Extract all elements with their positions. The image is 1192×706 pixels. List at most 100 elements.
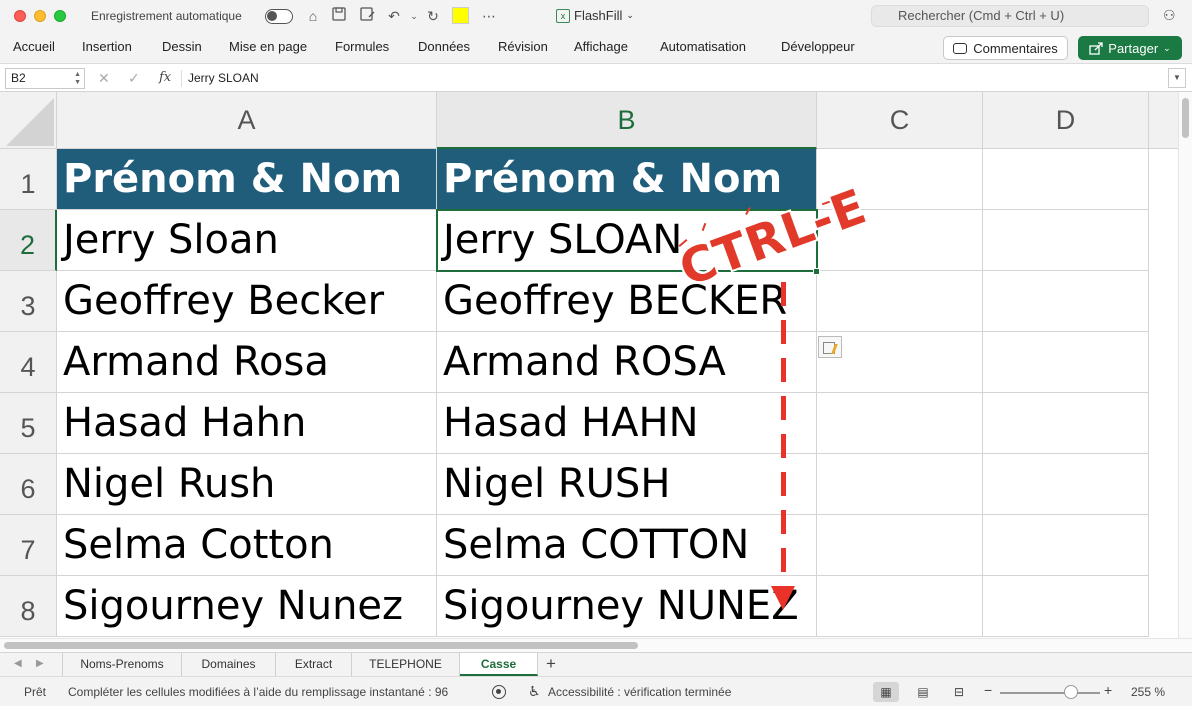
cell-a4[interactable]: Armand Rosa: [57, 332, 437, 393]
more-icon[interactable]: ⋯: [480, 7, 498, 25]
save-as-icon[interactable]: [358, 7, 376, 25]
undo-dropdown-icon[interactable]: ⌄: [405, 7, 423, 25]
tab-dessin[interactable]: Dessin: [162, 39, 202, 54]
flash-fill-options-icon[interactable]: [818, 336, 842, 358]
cell-d7[interactable]: [983, 515, 1149, 576]
horizontal-scroll-thumb[interactable]: [4, 642, 638, 649]
column-header-a[interactable]: A: [57, 92, 437, 149]
cell-b4[interactable]: Armand ROSA: [437, 332, 817, 393]
share-people-icon[interactable]: ⚇: [1163, 7, 1176, 24]
cell-b6[interactable]: Nigel RUSH: [437, 454, 817, 515]
cell-a7[interactable]: Selma Cotton: [57, 515, 437, 576]
page-layout-view-icon[interactable]: ▤: [910, 682, 936, 702]
tab-developpeur[interactable]: Développeur: [781, 39, 855, 54]
cell-a5[interactable]: Hasad Hahn: [57, 393, 437, 454]
row-header-7[interactable]: 7: [0, 515, 57, 576]
tab-formules[interactable]: Formules: [335, 39, 389, 54]
zoom-slider-thumb[interactable]: [1064, 685, 1078, 699]
cell-c6[interactable]: [817, 454, 983, 515]
cell-b5[interactable]: Hasad HAHN: [437, 393, 817, 454]
row-header-4[interactable]: 4: [0, 332, 57, 393]
sheet-tab-telephone[interactable]: TELEPHONE: [352, 653, 460, 676]
cell-b3[interactable]: Geoffrey BECKER: [437, 271, 817, 332]
zoom-window-button[interactable]: [54, 10, 66, 22]
comments-button[interactable]: Commentaires: [943, 36, 1068, 60]
record-macro-icon[interactable]: [492, 685, 506, 699]
next-sheet-icon[interactable]: ▶: [36, 658, 44, 669]
cell-d3[interactable]: [983, 271, 1149, 332]
formula-input[interactable]: Jerry SLOAN: [188, 71, 259, 85]
zoom-in-button[interactable]: +: [1104, 682, 1112, 698]
tab-insertion[interactable]: Insertion: [82, 39, 132, 54]
save-icon[interactable]: [330, 7, 348, 25]
confirm-icon[interactable]: ✓: [128, 70, 140, 87]
row-header-1[interactable]: 1: [0, 149, 57, 210]
row-header-5[interactable]: 5: [0, 393, 57, 454]
cell-b8[interactable]: Sigourney NUNEZ: [437, 576, 817, 637]
insert-function-icon[interactable]: fx: [159, 70, 171, 85]
cell-d1[interactable]: [983, 149, 1149, 210]
sheet-tab-noms-prenoms[interactable]: Noms-Prenoms: [62, 653, 182, 676]
cell-c5[interactable]: [817, 393, 983, 454]
vertical-scroll-thumb[interactable]: [1182, 98, 1189, 138]
cancel-icon[interactable]: ✕: [98, 70, 110, 87]
sheet-tab-casse[interactable]: Casse: [460, 653, 538, 676]
name-box[interactable]: B2 ▲ ▼: [5, 68, 85, 89]
cell-a3[interactable]: Geoffrey Becker: [57, 271, 437, 332]
cell-d4[interactable]: [983, 332, 1149, 393]
zoom-level[interactable]: 255 %: [1131, 685, 1165, 699]
spreadsheet-grid[interactable]: A B C D 1 2 3 4 5 6 7 8 Prénom & Nom Pré…: [0, 92, 1178, 638]
zoom-out-button[interactable]: −: [984, 682, 992, 698]
cell-d6[interactable]: [983, 454, 1149, 515]
column-header-d[interactable]: D: [983, 92, 1149, 149]
autosave-toggle[interactable]: [265, 9, 293, 24]
zoom-slider[interactable]: [1000, 692, 1100, 694]
vertical-scrollbar[interactable]: [1178, 92, 1192, 638]
cell-b7[interactable]: Selma COTTON: [437, 515, 817, 576]
cell-a1[interactable]: Prénom & Nom: [57, 149, 437, 210]
undo-icon[interactable]: ↶: [385, 7, 403, 25]
tab-affichage[interactable]: Affichage: [574, 39, 628, 54]
row-header-2[interactable]: 2: [0, 210, 57, 271]
cell-a6[interactable]: Nigel Rush: [57, 454, 437, 515]
cell-a2[interactable]: Jerry Sloan: [57, 210, 437, 271]
normal-view-icon[interactable]: ▦: [873, 682, 899, 702]
sheet-tab-extract[interactable]: Extract: [276, 653, 352, 676]
minimize-window-button[interactable]: [34, 10, 46, 22]
cell-c7[interactable]: [817, 515, 983, 576]
row-header-8[interactable]: 8: [0, 576, 57, 637]
tab-accueil[interactable]: Accueil: [13, 39, 55, 54]
tab-mise-en-page[interactable]: Mise en page: [229, 39, 307, 54]
add-sheet-button[interactable]: +: [546, 655, 556, 673]
accessibility-icon[interactable]: ♿: [528, 683, 541, 700]
cell-c3[interactable]: [817, 271, 983, 332]
home-icon[interactable]: ⌂: [304, 7, 322, 25]
column-header-b[interactable]: B: [437, 92, 817, 149]
cell-b1[interactable]: Prénom & Nom: [437, 149, 817, 210]
sheet-tab-domaines[interactable]: Domaines: [182, 653, 276, 676]
row-header-3[interactable]: 3: [0, 271, 57, 332]
cell-d2[interactable]: [983, 210, 1149, 271]
close-window-button[interactable]: [14, 10, 26, 22]
column-header-c[interactable]: C: [817, 92, 983, 149]
tab-donnees[interactable]: Données: [418, 39, 470, 54]
redo-icon[interactable]: ↻: [424, 7, 442, 25]
cell-d5[interactable]: [983, 393, 1149, 454]
cell-a8[interactable]: Sigourney Nunez: [57, 576, 437, 637]
document-title[interactable]: x FlashFill ⌄: [556, 8, 634, 23]
previous-sheet-icon[interactable]: ◀: [14, 658, 22, 669]
accessibility-status[interactable]: Accessibilité : vérification terminée: [548, 685, 731, 699]
tab-revision[interactable]: Révision: [498, 39, 548, 54]
highlight-color-icon[interactable]: [452, 7, 469, 24]
page-break-view-icon[interactable]: ⊟: [946, 682, 972, 702]
row-header-6[interactable]: 6: [0, 454, 57, 515]
cell-d8[interactable]: [983, 576, 1149, 637]
tab-automatisation[interactable]: Automatisation: [660, 39, 746, 54]
share-button[interactable]: Partager ⌄: [1078, 36, 1182, 60]
select-all-corner[interactable]: [0, 92, 57, 149]
fill-handle[interactable]: [813, 268, 820, 275]
expand-formula-bar-icon[interactable]: ▼: [1168, 68, 1186, 88]
horizontal-scrollbar[interactable]: [0, 638, 1192, 652]
cell-c8[interactable]: [817, 576, 983, 637]
search-input[interactable]: Rechercher (Cmd + Ctrl + U): [871, 5, 1149, 27]
